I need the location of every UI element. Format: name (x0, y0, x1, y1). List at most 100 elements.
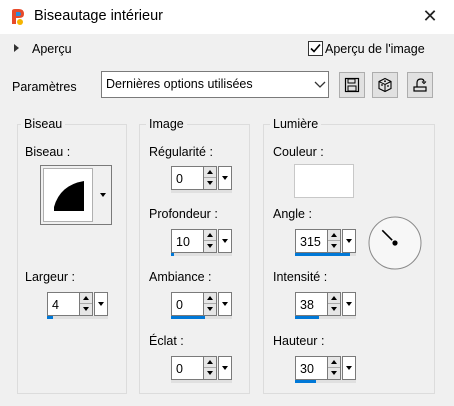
close-icon[interactable]: ✕ (418, 4, 442, 28)
checkbox-checked-icon (310, 43, 321, 53)
spin-input[interactable]: 10 (171, 229, 203, 253)
spin-value: 315 (300, 235, 321, 249)
angle-spinner[interactable]: 315 (295, 229, 361, 256)
width-label: Largeur : (25, 270, 76, 284)
light-group-title: Lumière (270, 117, 322, 131)
bevel-group-title: Biseau (21, 117, 66, 131)
spin-down-icon[interactable] (328, 368, 340, 379)
value-slider-fill (295, 316, 319, 319)
width-spinner[interactable]: 4 (47, 292, 113, 319)
image-group (139, 124, 250, 394)
spin-up-icon[interactable] (204, 357, 216, 368)
spin-input[interactable]: 0 (171, 292, 203, 316)
spin-value: 0 (176, 362, 183, 376)
spin-input[interactable]: 0 (171, 356, 203, 380)
randomize-icon (413, 78, 427, 92)
spin-input[interactable]: 38 (295, 292, 327, 316)
value-slider-track[interactable] (47, 316, 108, 319)
spin-buttons[interactable] (327, 356, 341, 380)
image-group-title: Image (146, 117, 187, 131)
angle-dial[interactable] (367, 215, 423, 274)
chevron-down-icon[interactable] (94, 292, 108, 316)
preview-checkbox-label[interactable]: Aperçu de l'image (325, 42, 425, 56)
value-slider-track[interactable] (171, 253, 232, 256)
spin-input[interactable]: 30 (295, 356, 327, 380)
value-slider-track[interactable] (171, 380, 232, 383)
preview-checkbox[interactable] (308, 41, 323, 56)
spin-input[interactable]: 0 (171, 166, 203, 190)
intensity-label: Intensité : (273, 270, 328, 284)
spin-value: 30 (300, 362, 314, 376)
preview-toggle-label[interactable]: Aperçu (32, 42, 72, 56)
value-slider-track[interactable] (171, 316, 232, 319)
preset-select-value: Dernières options utilisées (106, 77, 253, 91)
spin-buttons[interactable] (327, 229, 341, 253)
save-icon (344, 77, 360, 93)
params-label: Paramètres (12, 80, 77, 94)
spin-down-icon[interactable] (204, 178, 216, 189)
chevron-down-icon[interactable] (218, 356, 232, 380)
color-label: Couleur : (273, 145, 324, 159)
spin-down-icon[interactable] (80, 304, 92, 315)
chevron-down-icon[interactable] (218, 229, 232, 253)
regularity-label: Régularité : (149, 145, 213, 159)
spin-up-icon[interactable] (204, 293, 216, 304)
load-preset-icon (378, 77, 392, 93)
chevron-down-icon[interactable] (342, 356, 356, 380)
value-slider-fill (295, 380, 316, 383)
depth-label: Profondeur : (149, 207, 218, 221)
intensity-spinner[interactable]: 38 (295, 292, 361, 319)
spin-down-icon[interactable] (328, 304, 340, 315)
spin-up-icon[interactable] (204, 230, 216, 241)
chevron-down-icon[interactable] (342, 229, 356, 253)
depth-spinner[interactable]: 10 (171, 229, 237, 256)
bevel-shape-icon (54, 181, 84, 211)
value-slider-track[interactable] (295, 316, 356, 319)
spin-up-icon[interactable] (328, 293, 340, 304)
angle-label: Angle : (273, 207, 312, 221)
bevel-shape-preview (43, 168, 93, 222)
value-slider-track[interactable] (295, 380, 356, 383)
value-slider-fill (47, 316, 53, 319)
spin-buttons[interactable] (327, 292, 341, 316)
spin-input[interactable]: 4 (47, 292, 79, 316)
bevel-shape-picker[interactable] (40, 165, 112, 225)
spin-down-icon[interactable] (204, 368, 216, 379)
save-preset-button[interactable] (339, 72, 365, 98)
randomize-button[interactable] (407, 72, 433, 98)
height-label: Hauteur : (273, 334, 325, 348)
spin-buttons[interactable] (203, 292, 217, 316)
load-preset-button[interactable] (372, 72, 398, 98)
spin-down-icon[interactable] (204, 304, 216, 315)
shine-label: Éclat : (149, 334, 184, 348)
height-spinner[interactable]: 30 (295, 356, 361, 383)
spin-up-icon[interactable] (328, 357, 340, 368)
shine-spinner[interactable]: 0 (171, 356, 237, 383)
spin-buttons[interactable] (203, 356, 217, 380)
value-slider-fill (171, 253, 174, 256)
spin-buttons[interactable] (203, 229, 217, 253)
ambience-spinner[interactable]: 0 (171, 292, 237, 319)
value-slider-track[interactable] (171, 190, 232, 193)
preset-select[interactable]: Dernières options utilisées (101, 71, 329, 98)
light-color-swatch[interactable] (294, 164, 354, 198)
spin-value: 0 (176, 172, 183, 186)
spin-input[interactable]: 315 (295, 229, 327, 253)
spin-up-icon[interactable] (80, 293, 92, 304)
chevron-down-icon[interactable] (342, 292, 356, 316)
spin-value: 0 (176, 298, 183, 312)
spin-up-icon[interactable] (204, 167, 216, 178)
regularity-spinner[interactable]: 0 (171, 166, 237, 193)
spin-down-icon[interactable] (328, 241, 340, 252)
spin-up-icon[interactable] (328, 230, 340, 241)
chevron-down-icon[interactable] (218, 166, 232, 190)
spin-value: 10 (176, 235, 190, 249)
expand-arrow-icon[interactable] (14, 44, 19, 52)
value-slider-fill (171, 316, 205, 319)
value-slider-track[interactable] (295, 253, 356, 256)
value-slider-fill (295, 253, 350, 256)
spin-buttons[interactable] (79, 292, 93, 316)
chevron-down-icon[interactable] (218, 292, 232, 316)
spin-buttons[interactable] (203, 166, 217, 190)
spin-down-icon[interactable] (204, 241, 216, 252)
